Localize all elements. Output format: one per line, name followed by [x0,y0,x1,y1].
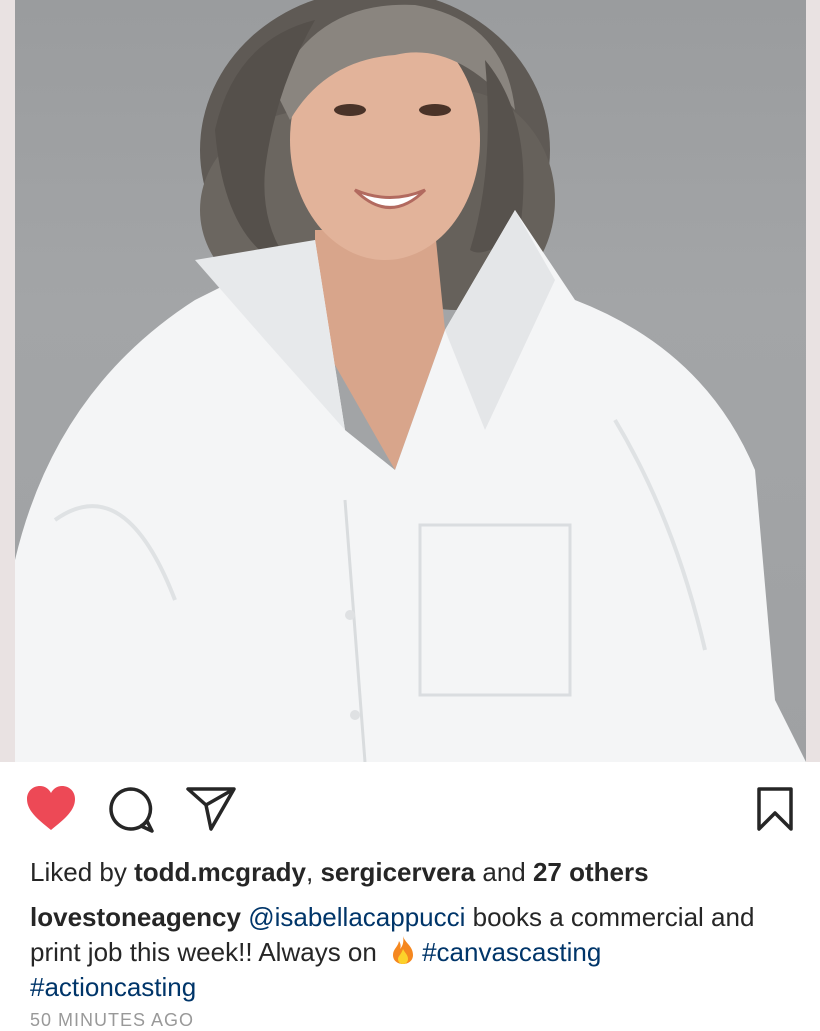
liked-by-user-link[interactable]: todd.mcgrady [134,857,306,887]
portrait-illustration [15,0,806,762]
bookmark-icon[interactable] [756,786,794,832]
caption-mention-link[interactable]: @isabellacappucci [248,902,465,932]
paper-plane-icon[interactable] [186,786,236,832]
post-caption: lovestoneagency @isabellacappucci books … [30,900,800,1005]
hashtag-link[interactable]: #actioncasting [30,972,196,1002]
post-photo[interactable] [0,0,820,762]
likes-summary: Liked by todd.mcgrady, sergicervera and … [30,856,800,888]
comment-icon[interactable] [107,786,155,834]
caption-username-link[interactable]: lovestoneagency [30,902,241,932]
post-timestamp: 50 MINUTES AGO [30,1010,195,1030]
fire-emoji-icon [388,935,418,965]
likes-separator: , [306,857,321,887]
likes-others-link[interactable]: 27 others [533,857,649,887]
heart-filled-icon[interactable] [26,786,76,832]
likes-and: and [475,857,533,887]
hashtag-link[interactable]: #canvascasting [422,937,601,967]
post-action-bar [0,762,820,858]
post-image[interactable] [15,0,806,762]
likes-prefix: Liked by [30,857,135,887]
liked-by-user-link[interactable]: sergicervera [320,857,475,887]
